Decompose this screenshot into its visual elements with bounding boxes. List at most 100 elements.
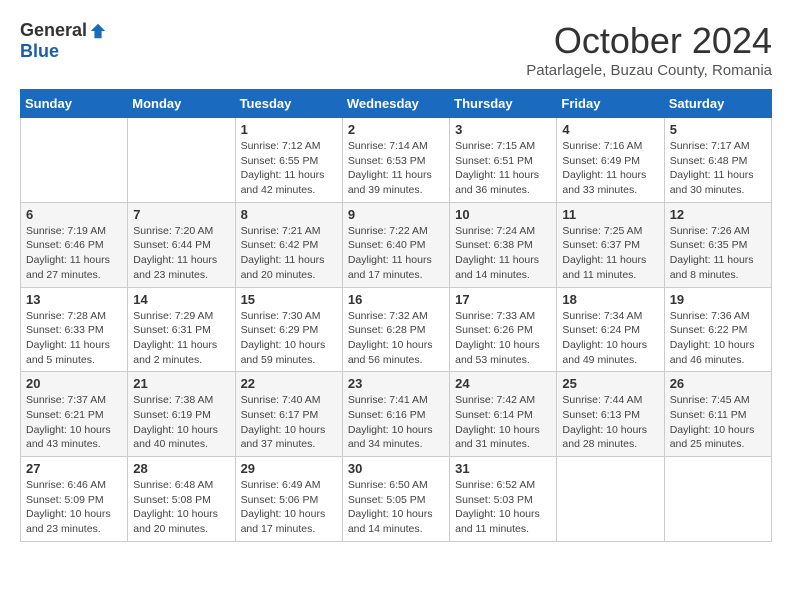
day-detail: Sunrise: 7:21 AMSunset: 6:42 PMDaylight:… (241, 224, 337, 283)
day-detail: Sunrise: 7:37 AMSunset: 6:21 PMDaylight:… (26, 393, 122, 452)
day-number: 26 (670, 376, 766, 391)
day-number: 4 (562, 122, 658, 137)
day-number: 18 (562, 292, 658, 307)
table-cell: 7 Sunrise: 7:20 AMSunset: 6:44 PMDaylight… (128, 202, 235, 287)
day-detail: Sunrise: 7:45 AMSunset: 6:11 PMDaylight:… (670, 393, 766, 452)
page-header: General Blue October 2024 Patarlagele, B… (20, 20, 772, 79)
day-detail: Sunrise: 6:46 AMSunset: 5:09 PMDaylight:… (26, 478, 122, 537)
table-cell: 3 Sunrise: 7:15 AMSunset: 6:51 PMDaylight… (450, 118, 557, 203)
table-cell: 13 Sunrise: 7:28 AMSunset: 6:33 PMDayligh… (21, 287, 128, 372)
day-number: 23 (348, 376, 444, 391)
day-number: 27 (26, 461, 122, 476)
day-detail: Sunrise: 7:24 AMSunset: 6:38 PMDaylight:… (455, 224, 551, 283)
day-number: 6 (26, 207, 122, 222)
day-detail: Sunrise: 6:50 AMSunset: 5:05 PMDaylight:… (348, 478, 444, 537)
day-number: 2 (348, 122, 444, 137)
day-number: 31 (455, 461, 551, 476)
day-number: 9 (348, 207, 444, 222)
calendar-week-3: 13 Sunrise: 7:28 AMSunset: 6:33 PMDayligh… (21, 287, 772, 372)
table-cell: 20 Sunrise: 7:37 AMSunset: 6:21 PMDayligh… (21, 372, 128, 457)
header-wednesday: Wednesday (342, 90, 449, 118)
day-number: 29 (241, 461, 337, 476)
table-cell: 18 Sunrise: 7:34 AMSunset: 6:24 PMDayligh… (557, 287, 664, 372)
day-detail: Sunrise: 7:20 AMSunset: 6:44 PMDaylight:… (133, 224, 229, 283)
day-number: 28 (133, 461, 229, 476)
day-detail: Sunrise: 7:34 AMSunset: 6:24 PMDaylight:… (562, 309, 658, 368)
day-detail: Sunrise: 7:33 AMSunset: 6:26 PMDaylight:… (455, 309, 551, 368)
day-number: 25 (562, 376, 658, 391)
day-number: 19 (670, 292, 766, 307)
day-number: 20 (26, 376, 122, 391)
day-detail: Sunrise: 7:30 AMSunset: 6:29 PMDaylight:… (241, 309, 337, 368)
logo-general: General (20, 20, 87, 41)
day-detail: Sunrise: 7:19 AMSunset: 6:46 PMDaylight:… (26, 224, 122, 283)
table-cell: 15Sunrise: 7:30 AMSunset: 6:29 PMDayligh… (235, 287, 342, 372)
day-detail: Sunrise: 7:28 AMSunset: 6:33 PMDaylight:… (26, 309, 122, 368)
table-cell: 2 Sunrise: 7:14 AMSunset: 6:53 PMDaylight… (342, 118, 449, 203)
table-cell: 17Sunrise: 7:33 AMSunset: 6:26 PMDayligh… (450, 287, 557, 372)
day-detail: Sunrise: 6:52 AMSunset: 5:03 PMDaylight:… (455, 478, 551, 537)
day-detail: Sunrise: 7:25 AMSunset: 6:37 PMDaylight:… (562, 224, 658, 283)
day-number: 10 (455, 207, 551, 222)
day-detail: Sunrise: 7:40 AMSunset: 6:17 PMDaylight:… (241, 393, 337, 452)
day-number: 21 (133, 376, 229, 391)
table-cell: 9 Sunrise: 7:22 AMSunset: 6:40 PMDaylight… (342, 202, 449, 287)
day-detail: Sunrise: 7:15 AMSunset: 6:51 PMDaylight:… (455, 139, 551, 198)
header-friday: Friday (557, 90, 664, 118)
day-detail: Sunrise: 7:42 AMSunset: 6:14 PMDaylight:… (455, 393, 551, 452)
day-detail: Sunrise: 7:38 AMSunset: 6:19 PMDaylight:… (133, 393, 229, 452)
day-number: 3 (455, 122, 551, 137)
title-section: October 2024 Patarlagele, Buzau County, … (526, 20, 772, 79)
day-detail: Sunrise: 7:44 AMSunset: 6:13 PMDaylight:… (562, 393, 658, 452)
table-cell: 30 Sunrise: 6:50 AMSunset: 5:05 PMDayligh… (342, 457, 449, 542)
day-number: 11 (562, 207, 658, 222)
logo-blue: Blue (20, 41, 59, 62)
calendar-week-1: 1Sunrise: 7:12 AMSunset: 6:55 PMDaylight… (21, 118, 772, 203)
calendar-header-row: SundayMondayTuesdayWednesdayThursdayFrid… (21, 90, 772, 118)
day-detail: Sunrise: 7:14 AMSunset: 6:53 PMDaylight:… (348, 139, 444, 198)
table-cell: 28 Sunrise: 6:48 AMSunset: 5:08 PMDayligh… (128, 457, 235, 542)
day-number: 24 (455, 376, 551, 391)
logo: General Blue (20, 20, 107, 62)
header-monday: Monday (128, 90, 235, 118)
day-detail: Sunrise: 7:36 AMSunset: 6:22 PMDaylight:… (670, 309, 766, 368)
day-number: 22 (241, 376, 337, 391)
calendar-table: SundayMondayTuesdayWednesdayThursdayFrid… (20, 89, 772, 542)
day-number: 7 (133, 207, 229, 222)
day-detail: Sunrise: 6:48 AMSunset: 5:08 PMDaylight:… (133, 478, 229, 537)
table-cell (664, 457, 771, 542)
header-tuesday: Tuesday (235, 90, 342, 118)
calendar-week-2: 6 Sunrise: 7:19 AMSunset: 6:46 PMDaylight… (21, 202, 772, 287)
table-cell: 25 Sunrise: 7:44 AMSunset: 6:13 PMDayligh… (557, 372, 664, 457)
day-detail: Sunrise: 7:16 AMSunset: 6:49 PMDaylight:… (562, 139, 658, 198)
table-cell: 10 Sunrise: 7:24 AMSunset: 6:38 PMDayligh… (450, 202, 557, 287)
month-title: October 2024 (526, 20, 772, 62)
day-number: 14 (133, 292, 229, 307)
day-detail: Sunrise: 7:29 AMSunset: 6:31 PMDaylight:… (133, 309, 229, 368)
table-cell (557, 457, 664, 542)
table-cell: 21 Sunrise: 7:38 AMSunset: 6:19 PMDayligh… (128, 372, 235, 457)
header-thursday: Thursday (450, 90, 557, 118)
table-cell (128, 118, 235, 203)
header-saturday: Saturday (664, 90, 771, 118)
day-detail: Sunrise: 7:41 AMSunset: 6:16 PMDaylight:… (348, 393, 444, 452)
day-detail: Sunrise: 7:17 AMSunset: 6:48 PMDaylight:… (670, 139, 766, 198)
table-cell: 22 Sunrise: 7:40 AMSunset: 6:17 PMDayligh… (235, 372, 342, 457)
table-cell: 31 Sunrise: 6:52 AMSunset: 5:03 PMDayligh… (450, 457, 557, 542)
day-number: 30 (348, 461, 444, 476)
day-number: 13 (26, 292, 122, 307)
day-detail: Sunrise: 7:22 AMSunset: 6:40 PMDaylight:… (348, 224, 444, 283)
table-cell (21, 118, 128, 203)
table-cell: 5Sunrise: 7:17 AMSunset: 6:48 PMDaylight… (664, 118, 771, 203)
table-cell: 26 Sunrise: 7:45 AMSunset: 6:11 PMDayligh… (664, 372, 771, 457)
day-number: 16 (348, 292, 444, 307)
table-cell: 16 Sunrise: 7:32 AMSunset: 6:28 PMDayligh… (342, 287, 449, 372)
table-cell: 8Sunrise: 7:21 AMSunset: 6:42 PMDaylight… (235, 202, 342, 287)
day-detail: Sunrise: 7:12 AMSunset: 6:55 PMDaylight:… (241, 139, 337, 198)
logo-icon (89, 22, 107, 40)
table-cell: 29 Sunrise: 6:49 AMSunset: 5:06 PMDayligh… (235, 457, 342, 542)
day-detail: Sunrise: 7:32 AMSunset: 6:28 PMDaylight:… (348, 309, 444, 368)
day-detail: Sunrise: 7:26 AMSunset: 6:35 PMDaylight:… (670, 224, 766, 283)
day-detail: Sunrise: 6:49 AMSunset: 5:06 PMDaylight:… (241, 478, 337, 537)
table-cell: 24 Sunrise: 7:42 AMSunset: 6:14 PMDayligh… (450, 372, 557, 457)
